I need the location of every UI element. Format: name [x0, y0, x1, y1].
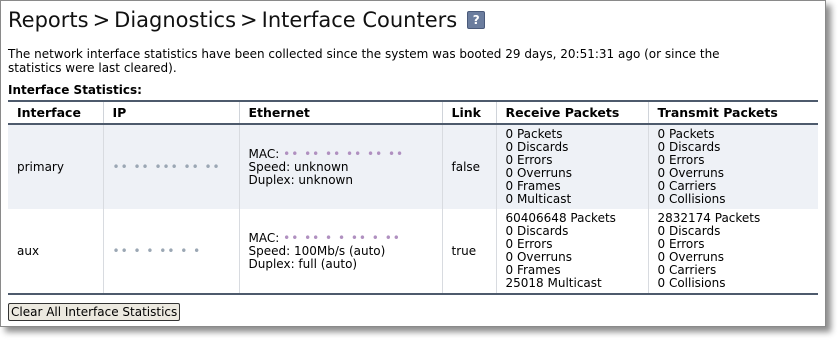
section-title: Interface Statistics: [8, 83, 142, 97]
breadcrumb: Reports > Diagnostics > Interface Counters? [8, 6, 486, 34]
interface-name: aux [8, 209, 103, 295]
mac-value: •• •• • • •• • •• [283, 230, 401, 245]
table-header-row: Interface IP Ethernet Link Receive Packe… [8, 100, 818, 125]
column-header-ethernet: Ethernet [238, 100, 442, 125]
table-row-primary: primary •• •• ••• •• •• MAC: •• •• •• ••… [8, 124, 818, 209]
breadcrumb-diagnostics[interactable]: Diagnostics [114, 8, 236, 32]
clear-all-statistics-button[interactable]: Clear All Interface Statistics [8, 303, 181, 321]
transmit-stat: 0 Collisions [657, 192, 726, 206]
receive-stat: 0 Multicast [505, 192, 572, 206]
duplex: Duplex: full (auto) [248, 256, 358, 271]
column-header-transmit-packets: Transmit Packets [647, 100, 818, 125]
ethernet-info: MAC: •• •• • • •• • •• Speed: 100Mb/s (a… [238, 209, 442, 295]
breadcrumb-reports[interactable]: Reports [8, 8, 89, 32]
table-row-aux: aux •• • • •• • • MAC: •• •• • • •• • ••… [8, 209, 818, 295]
column-header-ip: IP [102, 100, 239, 125]
ip-address: •• •• ••• •• •• [102, 124, 239, 209]
ethernet-info: MAC: •• •• •• •• •• •• Speed: unknown Du… [238, 124, 442, 209]
interface-name: primary [8, 124, 103, 209]
speed: Speed: 100Mb/s (auto) [248, 243, 386, 258]
breadcrumb-separator: > [240, 8, 258, 32]
breadcrumb-separator: > [92, 8, 111, 32]
help-icon[interactable]: ? [467, 11, 486, 29]
receive-packets: 0 Packets 0 Discards 0 Errors 0 Overruns… [495, 124, 648, 209]
transmit-packets: 0 Packets 0 Discards 0 Errors 0 Overruns… [647, 124, 818, 209]
receive-stat: 25018 Multicast [505, 276, 602, 290]
mac-label: MAC: [248, 230, 280, 245]
page-title: Interface Counters [261, 8, 458, 32]
link-status: false [441, 124, 496, 209]
transmit-stat: 0 Collisions [657, 276, 726, 290]
receive-packets: 60406648 Packets 0 Discards 0 Errors 0 O… [495, 209, 648, 295]
mac-label: MAC: [248, 146, 280, 161]
transmit-packets: 2832174 Packets 0 Discards 0 Errors 0 Ov… [647, 209, 818, 295]
ip-address: •• • • •• • • [102, 209, 239, 295]
column-header-receive-packets: Receive Packets [495, 100, 648, 125]
intro-text: The network interface statistics have be… [8, 47, 720, 75]
column-header-interface: Interface [8, 100, 103, 125]
link-status: true [441, 209, 496, 295]
speed: Speed: unknown [248, 159, 349, 174]
mac-address: MAC: •• •• •• •• •• •• [248, 146, 433, 161]
mac-value: •• •• •• •• •• •• [283, 146, 405, 161]
duplex: Duplex: unknown [248, 172, 353, 187]
column-header-link: Link [441, 100, 496, 125]
mac-address: MAC: •• •• • • •• • •• [248, 230, 433, 245]
report-panel: Reports > Diagnostics > Interface Counters? … [0, 0, 826, 327]
interface-statistics-table: Interface IP Ethernet Link Receive Packe… [8, 100, 818, 295]
